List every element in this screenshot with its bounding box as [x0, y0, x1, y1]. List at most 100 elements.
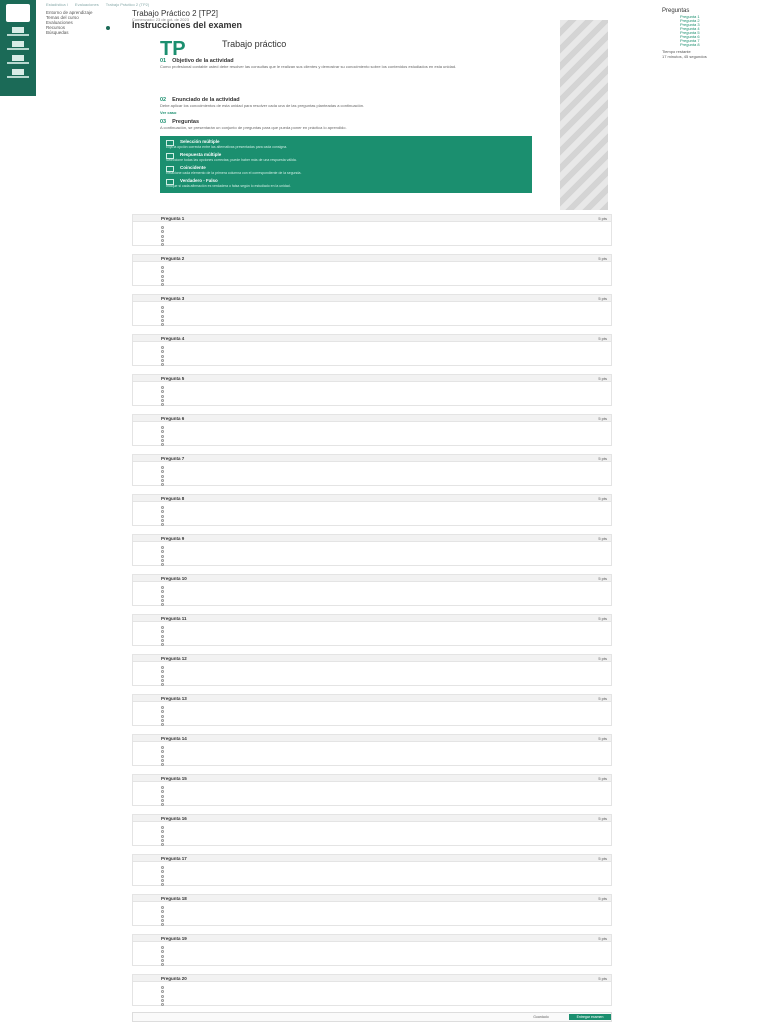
radio-button[interactable]: [161, 874, 164, 878]
radio-button[interactable]: [161, 523, 164, 527]
radio-button[interactable]: [161, 665, 164, 669]
radio-button[interactable]: [161, 483, 164, 487]
radio-button[interactable]: [161, 834, 164, 838]
radio-button[interactable]: [161, 758, 164, 762]
radio-button[interactable]: [161, 883, 164, 887]
radio-button[interactable]: [161, 345, 164, 349]
radio-button[interactable]: [161, 750, 164, 754]
radio-button[interactable]: [161, 318, 164, 322]
answer-option[interactable]: [133, 723, 611, 727]
radio-button[interactable]: [161, 430, 164, 434]
radio-button[interactable]: [161, 278, 164, 282]
breadcrumb-evaluations[interactable]: Evaluaciones: [75, 2, 99, 7]
sidebar-item-dashboard[interactable]: [4, 40, 32, 52]
answer-option[interactable]: [133, 323, 611, 327]
radio-button[interactable]: [161, 243, 164, 247]
radio-button[interactable]: [161, 878, 164, 882]
answer-option[interactable]: [133, 483, 611, 487]
radio-button[interactable]: [161, 678, 164, 682]
radio-button[interactable]: [161, 830, 164, 834]
radio-button[interactable]: [161, 234, 164, 238]
radio-button[interactable]: [161, 954, 164, 958]
radio-button[interactable]: [161, 790, 164, 794]
radio-button[interactable]: [161, 390, 164, 394]
sidebar-item-calendar[interactable]: [4, 68, 32, 80]
radio-button[interactable]: [161, 945, 164, 949]
answer-option[interactable]: [133, 643, 611, 647]
radio-button[interactable]: [161, 438, 164, 442]
radio-button[interactable]: [161, 563, 164, 567]
answer-option[interactable]: [133, 683, 611, 687]
radio-button[interactable]: [161, 465, 164, 469]
answer-option[interactable]: [133, 803, 611, 807]
answer-option[interactable]: [133, 923, 611, 927]
radio-button[interactable]: [161, 403, 164, 407]
radio-button[interactable]: [161, 554, 164, 558]
answer-option[interactable]: [133, 763, 611, 767]
course-nav-item[interactable]: Búsquedas: [46, 30, 116, 35]
radio-button[interactable]: [161, 505, 164, 509]
case-link[interactable]: Ver caso: [160, 110, 532, 116]
radio-button[interactable]: [161, 598, 164, 602]
answer-option[interactable]: [133, 963, 611, 967]
radio-button[interactable]: [161, 394, 164, 398]
radio-button[interactable]: [161, 723, 164, 727]
radio-button[interactable]: [161, 963, 164, 967]
radio-button[interactable]: [161, 518, 164, 522]
radio-button[interactable]: [161, 798, 164, 802]
radio-button[interactable]: [161, 274, 164, 278]
radio-button[interactable]: [161, 825, 164, 829]
answer-option[interactable]: [133, 1003, 611, 1007]
radio-button[interactable]: [161, 865, 164, 869]
radio-button[interactable]: [161, 950, 164, 954]
radio-button[interactable]: [161, 794, 164, 798]
radio-button[interactable]: [161, 870, 164, 874]
answer-option[interactable]: [133, 603, 611, 607]
radio-button[interactable]: [161, 590, 164, 594]
radio-button[interactable]: [161, 470, 164, 474]
radio-button[interactable]: [161, 785, 164, 789]
sidebar-item-courses[interactable]: [4, 54, 32, 66]
answer-option[interactable]: [133, 283, 611, 287]
radio-button[interactable]: [161, 910, 164, 914]
radio-button[interactable]: [161, 585, 164, 589]
breadcrumb-course[interactable]: Estadística I: [46, 2, 68, 7]
radio-button[interactable]: [161, 514, 164, 518]
radio-button[interactable]: [161, 638, 164, 642]
radio-button[interactable]: [161, 265, 164, 269]
radio-button[interactable]: [161, 545, 164, 549]
radio-button[interactable]: [161, 754, 164, 758]
radio-button[interactable]: [161, 478, 164, 482]
radio-button[interactable]: [161, 630, 164, 634]
radio-button[interactable]: [161, 990, 164, 994]
radio-button[interactable]: [161, 710, 164, 714]
radio-button[interactable]: [161, 923, 164, 927]
radio-button[interactable]: [161, 225, 164, 229]
radio-button[interactable]: [161, 803, 164, 807]
radio-button[interactable]: [161, 425, 164, 429]
radio-button[interactable]: [161, 625, 164, 629]
radio-button[interactable]: [161, 674, 164, 678]
answer-option[interactable]: [133, 843, 611, 847]
radio-button[interactable]: [161, 474, 164, 478]
answer-option[interactable]: [133, 883, 611, 887]
institution-logo[interactable]: [6, 4, 30, 22]
radio-button[interactable]: [161, 305, 164, 309]
sidebar-item-account[interactable]: [4, 26, 32, 38]
radio-button[interactable]: [161, 914, 164, 918]
radio-button[interactable]: [161, 323, 164, 327]
radio-button[interactable]: [161, 985, 164, 989]
radio-button[interactable]: [161, 958, 164, 962]
radio-button[interactable]: [161, 238, 164, 242]
navigator-link[interactable]: Pregunta 8: [662, 43, 762, 47]
answer-option[interactable]: [133, 443, 611, 447]
radio-button[interactable]: [161, 354, 164, 358]
radio-button[interactable]: [161, 643, 164, 647]
answer-option[interactable]: [133, 403, 611, 407]
radio-button[interactable]: [161, 905, 164, 909]
radio-button[interactable]: [161, 510, 164, 514]
radio-button[interactable]: [161, 918, 164, 922]
radio-button[interactable]: [161, 838, 164, 842]
radio-button[interactable]: [161, 434, 164, 438]
radio-button[interactable]: [161, 763, 164, 767]
